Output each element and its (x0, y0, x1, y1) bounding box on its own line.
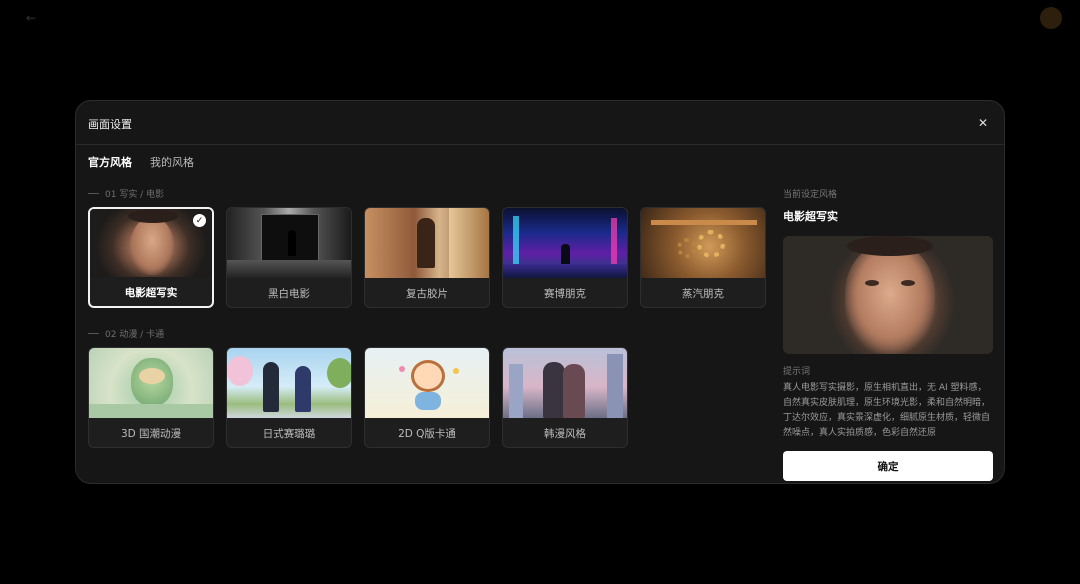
anime-style-grid: 3D 国潮动漫 日式赛璐璐 2D Q版卡通 韩漫风格 (88, 347, 628, 448)
section-divider (88, 333, 99, 334)
style-preview-image (783, 236, 993, 354)
modal-header: 画面设置 ✕ (76, 101, 1004, 145)
prompt-label: 提示词 (783, 367, 811, 377)
current-style-panel: 当前设定风格 电影超写实 提示词 真人电影写实摄影，原生相机直出，无 AI 塑料… (783, 187, 993, 481)
style-card-label: 3D 国潮动漫 (120, 427, 182, 440)
section-title: 01 写实 / 电影 (105, 190, 165, 200)
back-arrow-icon: ← (26, 11, 37, 25)
check-icon: ✓ (193, 214, 206, 227)
style-card-retro-film[interactable]: 复古胶片 (364, 207, 490, 308)
style-card-cyberpunk[interactable]: 赛博朋克 (502, 207, 628, 308)
style-card-label: 复古胶片 (406, 287, 448, 300)
style-tabs: 官方风格 我的风格 (88, 154, 194, 170)
style-card-label: 赛博朋克 (544, 287, 586, 300)
tab-my-styles[interactable]: 我的风格 (150, 154, 194, 170)
section-label-anime: 02 动漫 / 卡通 (88, 327, 164, 340)
close-icon[interactable]: ✕ (974, 114, 992, 132)
style-card-label: 日式赛璐璐 (262, 427, 316, 440)
style-card-label: 韩漫风格 (544, 427, 586, 440)
style-card-black-white-film[interactable]: 黑白电影 (226, 207, 352, 308)
tab-official-styles[interactable]: 官方风格 (88, 154, 132, 170)
current-style-name: 电影超写实 (783, 210, 838, 223)
section-title: 02 动漫 / 卡通 (105, 330, 165, 340)
realistic-style-grid: ✓ 电影超写实 黑白电影 复古胶片 赛博朋克 蒸汽朋克 (88, 207, 766, 308)
style-card-japanese-cel[interactable]: 日式赛璐璐 (226, 347, 352, 448)
current-style-label: 当前设定风格 (783, 190, 838, 200)
style-card-steampunk[interactable]: 蒸汽朋克 (640, 207, 766, 308)
confirm-button[interactable]: 确定 (783, 451, 993, 481)
modal-title: 画面设置 (88, 118, 132, 131)
style-thumbnail (503, 348, 627, 418)
style-thumbnail (227, 348, 351, 418)
style-settings-modal: 画面设置 ✕ 官方风格 我的风格 01 写实 / 电影 ✓ 电影超写实 黑白电影 (75, 100, 1005, 484)
style-card-label: 电影超写实 (124, 286, 178, 299)
style-card-korean-manhwa[interactable]: 韩漫风格 (502, 347, 628, 448)
style-thumbnail (503, 208, 627, 278)
style-thumbnail (641, 208, 765, 278)
style-thumbnail (365, 348, 489, 418)
style-thumbnail (365, 208, 489, 278)
background-app-bar: ← (0, 0, 1080, 36)
avatar (1040, 7, 1062, 29)
section-divider (88, 193, 99, 194)
style-card-label: 2D Q版卡通 (398, 427, 456, 440)
section-label-realistic: 01 写实 / 电影 (88, 187, 164, 200)
prompt-text: 真人电影写实摄影，原生相机直出，无 AI 塑料感，自然真实皮肤肌理，原生环境光影… (783, 383, 991, 438)
style-card-3d-guochao[interactable]: 3D 国潮动漫 (88, 347, 214, 448)
style-thumbnail (89, 348, 213, 418)
style-card-2d-chibi[interactable]: 2D Q版卡通 (364, 347, 490, 448)
style-thumbnail (227, 208, 351, 278)
style-card-label: 黑白电影 (268, 287, 310, 300)
style-card-label: 蒸汽朋克 (682, 287, 724, 300)
style-card-cinematic-realism[interactable]: ✓ 电影超写实 (88, 207, 214, 308)
